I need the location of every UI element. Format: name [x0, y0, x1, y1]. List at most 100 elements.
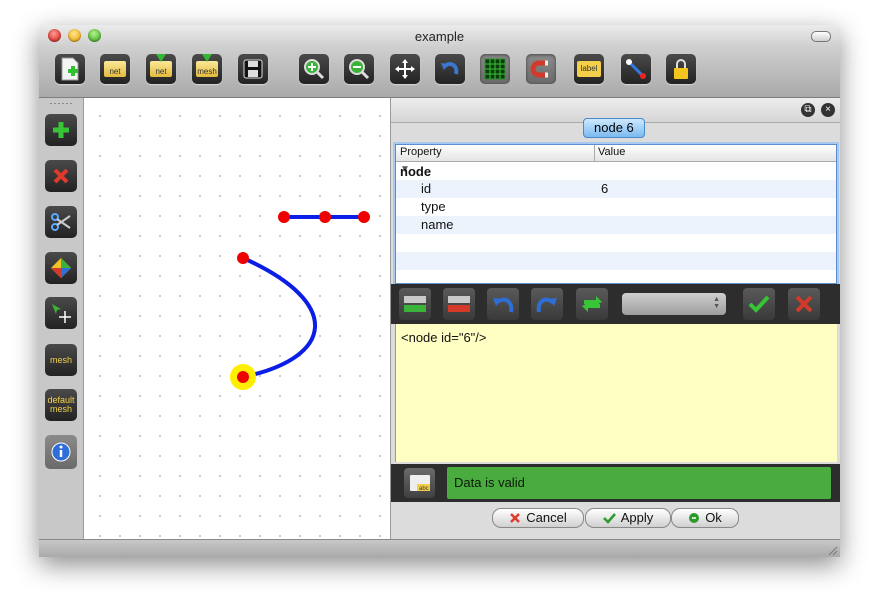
- undo-button[interactable]: [487, 288, 519, 320]
- move-arrows-icon: [395, 59, 415, 79]
- split-edge-button[interactable]: [45, 206, 77, 238]
- junction-button[interactable]: [45, 252, 77, 284]
- move-node-icon: [52, 304, 71, 323]
- add-node-button[interactable]: [45, 114, 77, 146]
- svg-text:abc: abc: [419, 486, 429, 492]
- refresh-icon: [582, 296, 602, 312]
- cancel-label: Cancel: [526, 510, 567, 525]
- empty-row: [396, 234, 836, 252]
- network-graph: [230, 211, 370, 390]
- editor-toolbar: ▲ ▼: [391, 284, 840, 324]
- move-node-button[interactable]: [45, 297, 77, 329]
- import-folder-icon: net: [150, 54, 172, 77]
- group-name: node: [400, 164, 432, 179]
- apply-label: Apply: [620, 510, 654, 525]
- ok-button[interactable]: Ok: [671, 508, 739, 528]
- app-window: example net net mesh label mesh default …: [39, 25, 840, 557]
- value-column-header[interactable]: Value: [598, 146, 625, 158]
- window-status-bar: [39, 539, 840, 557]
- snap-magnet-button[interactable]: [526, 54, 556, 84]
- xml-text[interactable]: <node id="6"/>: [401, 330, 487, 345]
- cancel-button[interactable]: Cancel: [492, 508, 584, 528]
- node-1: [278, 211, 290, 223]
- label-tool-button[interactable]: label: [574, 54, 604, 84]
- toolbar-toggle-button[interactable]: [811, 31, 831, 42]
- property-column-header[interactable]: Property: [400, 146, 442, 158]
- remove-attribute-button[interactable]: [443, 288, 475, 320]
- property-name: type: [421, 199, 446, 214]
- validate-button[interactable]: abc: [404, 468, 435, 498]
- import-net-label: net: [155, 67, 167, 76]
- remove-row-icon: [448, 296, 470, 312]
- default-mesh-button-label: default mesh: [47, 396, 74, 414]
- grid-toggle-button[interactable]: [480, 54, 510, 84]
- type-select[interactable]: ▲ ▼: [622, 293, 726, 315]
- ok-label: Ok: [705, 510, 722, 525]
- apply-check-icon: [602, 513, 616, 524]
- property-table[interactable]: Property Value ▼ node id 6 type name: [395, 144, 837, 284]
- mesh-button[interactable]: mesh: [45, 344, 77, 376]
- import-net-button[interactable]: net: [146, 54, 176, 84]
- table-row[interactable]: name: [396, 216, 836, 234]
- table-row[interactable]: type: [396, 198, 836, 216]
- discard-button[interactable]: [788, 288, 820, 320]
- table-row[interactable]: id 6: [396, 180, 836, 198]
- info-button[interactable]: [45, 435, 77, 469]
- default-mesh-button[interactable]: default mesh: [45, 389, 77, 421]
- validation-message: Data is valid: [447, 467, 831, 499]
- redo-button[interactable]: [531, 288, 563, 320]
- add-row-icon: [404, 296, 426, 312]
- text-field-icon: abc: [409, 475, 430, 492]
- save-button[interactable]: [238, 54, 268, 84]
- mesh-button-label: mesh: [49, 354, 72, 365]
- label-speech-icon: label: [577, 61, 601, 77]
- import-mesh-button[interactable]: mesh: [192, 54, 222, 84]
- refresh-button[interactable]: [576, 288, 608, 320]
- undo-icon: [493, 297, 514, 313]
- sidebar-grip[interactable]: [49, 102, 73, 105]
- import-mesh-folder-icon: mesh: [196, 54, 218, 77]
- float-icon: ⧉: [804, 104, 812, 115]
- zoom-out-button[interactable]: [344, 54, 374, 84]
- window-title: example: [414, 29, 465, 44]
- edge-tool-button[interactable]: [621, 54, 651, 84]
- undo-arrow-icon: [441, 62, 459, 75]
- property-name: name: [421, 217, 454, 232]
- info-icon: [51, 442, 71, 462]
- undo-view-button[interactable]: [435, 54, 465, 84]
- property-name: id: [421, 181, 432, 196]
- ok-circle-icon: [689, 513, 700, 523]
- main-toolbar: net net mesh label: [39, 47, 840, 98]
- table-row-group[interactable]: ▼ node: [396, 162, 836, 180]
- magnet-icon: [530, 60, 548, 78]
- new-document-button[interactable]: [55, 54, 85, 84]
- delete-button[interactable]: [45, 160, 77, 192]
- redo-icon: [536, 297, 557, 313]
- open-net-button[interactable]: net: [100, 54, 130, 84]
- apply-button[interactable]: Apply: [585, 508, 671, 528]
- float-panel-button[interactable]: ⧉: [801, 103, 815, 117]
- new-document-icon: [61, 57, 79, 81]
- pan-button[interactable]: [390, 54, 420, 84]
- node-2: [319, 211, 331, 223]
- zoom-in-button[interactable]: [299, 54, 329, 84]
- checkmark-icon: [748, 295, 770, 313]
- confirm-button[interactable]: [743, 288, 775, 320]
- close-panel-button[interactable]: ×: [821, 103, 835, 117]
- edge-curved: [242, 256, 317, 379]
- zoom-out-icon: [349, 59, 370, 80]
- plus-icon: [53, 122, 69, 138]
- node-6: [237, 371, 249, 383]
- lock-button[interactable]: [666, 54, 696, 84]
- scissors-icon: [51, 213, 71, 231]
- table-header: Property Value: [396, 145, 836, 162]
- add-attribute-button[interactable]: [399, 288, 431, 320]
- panel-tab-title[interactable]: node 6: [583, 118, 645, 138]
- graph-canvas[interactable]: [84, 98, 391, 539]
- xml-editor[interactable]: <node id="6"/>: [395, 324, 837, 462]
- resize-grip-icon: [828, 546, 838, 556]
- property-value[interactable]: 6: [601, 181, 608, 196]
- delete-x-icon: [53, 168, 69, 184]
- close-icon: ×: [825, 104, 831, 115]
- properties-panel: ⧉ × node 6 Property Value ▼ node id 6 typ…: [391, 98, 840, 539]
